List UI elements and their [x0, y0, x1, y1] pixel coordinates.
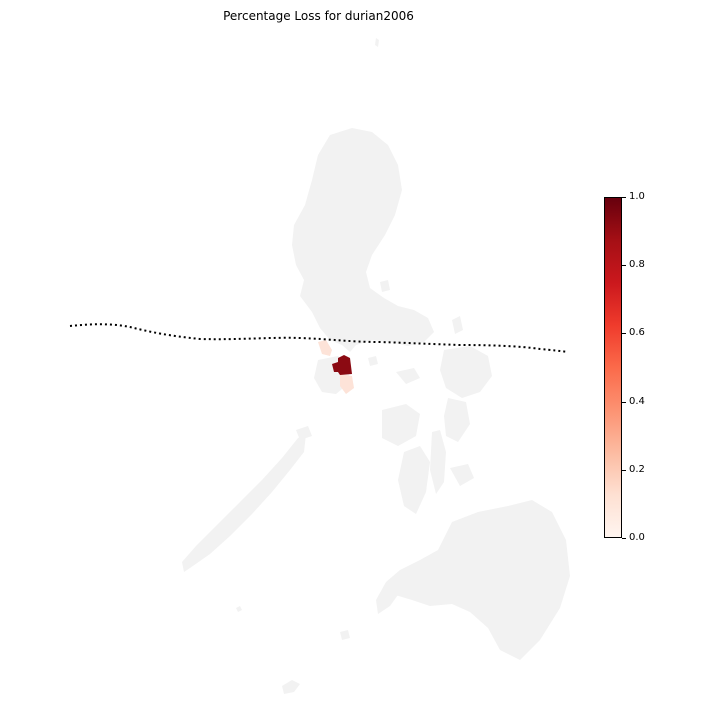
leyte-island: [444, 398, 470, 442]
luzon-island: [292, 128, 434, 352]
colorbar-tick: [622, 402, 626, 403]
colorbar-tick: [622, 197, 626, 198]
marinduque-island: [368, 356, 378, 366]
samar-island: [440, 346, 492, 398]
catanduanes-island: [452, 316, 463, 334]
mindanao-island: [386, 500, 570, 660]
colorbar-tick-label: 0.2: [629, 464, 645, 475]
batanes-island: [375, 38, 379, 47]
cebu-island: [430, 430, 446, 494]
bohol-island: [450, 464, 474, 486]
land-masses: [182, 38, 570, 694]
palawan-island: [182, 434, 306, 572]
negros-island: [398, 446, 430, 514]
small-island: [236, 606, 242, 612]
panay-island: [382, 404, 420, 446]
colorbar-tick-label: 0.8: [629, 259, 645, 270]
colorbar-tick: [622, 470, 626, 471]
tawi-tawi-island: [282, 680, 300, 694]
colorbar-tick: [622, 265, 626, 266]
polillo-island: [380, 280, 390, 292]
colorbar: [604, 197, 622, 538]
colorbar-tick-label: 0.6: [629, 327, 645, 338]
sulu-island: [340, 630, 350, 640]
colorbar-tick-label: 0.4: [629, 396, 645, 407]
affected-area-light: [318, 340, 332, 356]
typhoon-track: [69, 323, 569, 353]
affected-area-light-south: [340, 374, 354, 394]
colorbar-tick-label: 1.0: [629, 191, 645, 202]
colorbar-tick: [622, 538, 626, 539]
colorbar-tick: [622, 333, 626, 334]
colorbar-tick-label: 0.0: [629, 532, 645, 543]
masbate-island: [396, 368, 420, 384]
